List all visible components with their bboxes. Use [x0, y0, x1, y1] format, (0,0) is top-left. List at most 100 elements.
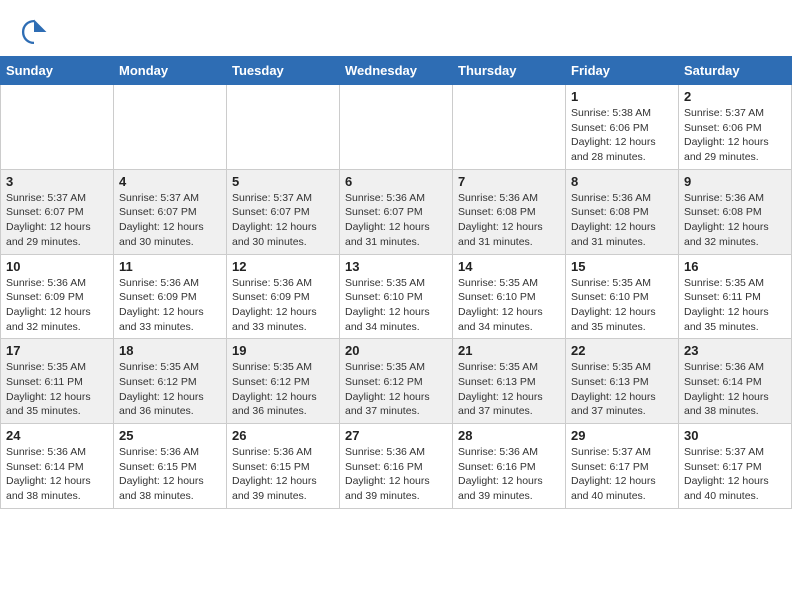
day-number: 4 — [119, 174, 221, 189]
day-number: 7 — [458, 174, 560, 189]
header-friday: Friday — [566, 57, 679, 85]
header-row: SundayMondayTuesdayWednesdayThursdayFrid… — [1, 57, 792, 85]
day-info: Sunrise: 5:37 AM Sunset: 6:07 PM Dayligh… — [6, 191, 108, 250]
calendar-cell: 16Sunrise: 5:35 AM Sunset: 6:11 PM Dayli… — [679, 254, 792, 339]
day-number: 1 — [571, 89, 673, 104]
day-info: Sunrise: 5:36 AM Sunset: 6:07 PM Dayligh… — [345, 191, 447, 250]
calendar-cell: 12 Sunrise: 5:36 AM Sunset: 6:09 PM Dayli… — [227, 254, 340, 339]
day-info: Sunrise: 5:35 AM Sunset: 6:10 PM Dayligh… — [571, 276, 673, 335]
calendar-cell: 18 Sunrise: 5:35 AM Sunset: 6:12 PM Dayli… — [114, 339, 227, 424]
day-number: 15 — [571, 259, 673, 274]
day-info: Sunrise: 5:37 AM Sunset: 6:06 PM Dayligh… — [684, 106, 786, 165]
day-number: 17 — [6, 343, 108, 358]
calendar-cell: 28Sunrise: 5:36 AM Sunset: 6:16 PM Dayli… — [453, 424, 566, 509]
day-number: 30 — [684, 428, 786, 443]
calendar-cell: 13 Sunrise: 5:35 AM Sunset: 6:10 PM Dayli… — [340, 254, 453, 339]
calendar-cell: 7 Sunrise: 5:36 AM Sunset: 6:08 PM Daylig… — [453, 169, 566, 254]
day-info: Sunrise: 5:36 AM Sunset: 6:09 PM Dayligh… — [119, 276, 221, 335]
day-number: 18 — [119, 343, 221, 358]
day-number: 12 — [232, 259, 334, 274]
calendar-cell: 8 Sunrise: 5:36 AM Sunset: 6:08 PM Daylig… — [566, 169, 679, 254]
calendar-cell: 20 Sunrise: 5:35 AM Sunset: 6:12 PM Dayli… — [340, 339, 453, 424]
day-info: Sunrise: 5:36 AM Sunset: 6:08 PM Dayligh… — [571, 191, 673, 250]
day-number: 8 — [571, 174, 673, 189]
calendar-cell: 9Sunrise: 5:36 AM Sunset: 6:08 PM Daylig… — [679, 169, 792, 254]
calendar-cell: 23Sunrise: 5:36 AM Sunset: 6:14 PM Dayli… — [679, 339, 792, 424]
day-info: Sunrise: 5:37 AM Sunset: 6:17 PM Dayligh… — [571, 445, 673, 504]
calendar-cell: 29 Sunrise: 5:37 AM Sunset: 6:17 PM Dayli… — [566, 424, 679, 509]
day-info: Sunrise: 5:36 AM Sunset: 6:16 PM Dayligh… — [458, 445, 560, 504]
day-number: 27 — [345, 428, 447, 443]
calendar-cell: 21 Sunrise: 5:35 AM Sunset: 6:13 PM Dayli… — [453, 339, 566, 424]
calendar-cell: 24 Sunrise: 5:36 AM Sunset: 6:14 PM Dayli… — [1, 424, 114, 509]
logo-icon — [20, 18, 48, 46]
calendar-cell: 19 Sunrise: 5:35 AM Sunset: 6:12 PM Dayli… — [227, 339, 340, 424]
day-info: Sunrise: 5:35 AM Sunset: 6:10 PM Dayligh… — [458, 276, 560, 335]
calendar-cell: 1 Sunrise: 5:38 AM Sunset: 6:06 PM Daylig… — [566, 85, 679, 170]
day-info: Sunrise: 5:36 AM Sunset: 6:09 PM Dayligh… — [6, 276, 108, 335]
day-info: Sunrise: 5:36 AM Sunset: 6:09 PM Dayligh… — [232, 276, 334, 335]
header-saturday: Saturday — [679, 57, 792, 85]
day-number: 11 — [119, 259, 221, 274]
header-thursday: Thursday — [453, 57, 566, 85]
header-sunday: Sunday — [1, 57, 114, 85]
calendar-cell: 2 Sunrise: 5:37 AM Sunset: 6:06 PM Daylig… — [679, 85, 792, 170]
calendar-cell — [227, 85, 340, 170]
day-number: 20 — [345, 343, 447, 358]
day-number: 23 — [684, 343, 786, 358]
day-number: 29 — [571, 428, 673, 443]
day-number: 14 — [458, 259, 560, 274]
week-row-4: 17 Sunrise: 5:35 AM Sunset: 6:11 PM Dayli… — [1, 339, 792, 424]
day-info: Sunrise: 5:35 AM Sunset: 6:12 PM Dayligh… — [345, 360, 447, 419]
day-info: Sunrise: 5:36 AM Sunset: 6:14 PM Dayligh… — [6, 445, 108, 504]
calendar-cell: 14 Sunrise: 5:35 AM Sunset: 6:10 PM Dayli… — [453, 254, 566, 339]
week-row-1: 1 Sunrise: 5:38 AM Sunset: 6:06 PM Daylig… — [1, 85, 792, 170]
day-number: 3 — [6, 174, 108, 189]
day-info: Sunrise: 5:35 AM Sunset: 6:13 PM Dayligh… — [571, 360, 673, 419]
day-number: 24 — [6, 428, 108, 443]
calendar-cell: 27 Sunrise: 5:36 AM Sunset: 6:16 PM Dayli… — [340, 424, 453, 509]
day-number: 2 — [684, 89, 786, 104]
day-info: Sunrise: 5:35 AM Sunset: 6:13 PM Dayligh… — [458, 360, 560, 419]
day-number: 5 — [232, 174, 334, 189]
calendar-body: 1 Sunrise: 5:38 AM Sunset: 6:06 PM Daylig… — [1, 85, 792, 509]
day-number: 22 — [571, 343, 673, 358]
calendar-cell: 3 Sunrise: 5:37 AM Sunset: 6:07 PM Daylig… — [1, 169, 114, 254]
day-info: Sunrise: 5:36 AM Sunset: 6:16 PM Dayligh… — [345, 445, 447, 504]
calendar-cell: 25 Sunrise: 5:36 AM Sunset: 6:15 PM Dayli… — [114, 424, 227, 509]
week-row-2: 3 Sunrise: 5:37 AM Sunset: 6:07 PM Daylig… — [1, 169, 792, 254]
calendar-cell: 22 Sunrise: 5:35 AM Sunset: 6:13 PM Dayli… — [566, 339, 679, 424]
calendar-cell: 11 Sunrise: 5:36 AM Sunset: 6:09 PM Dayli… — [114, 254, 227, 339]
calendar-table: SundayMondayTuesdayWednesdayThursdayFrid… — [0, 56, 792, 509]
day-number: 21 — [458, 343, 560, 358]
calendar-cell — [453, 85, 566, 170]
day-number: 19 — [232, 343, 334, 358]
day-info: Sunrise: 5:35 AM Sunset: 6:10 PM Dayligh… — [345, 276, 447, 335]
day-number: 10 — [6, 259, 108, 274]
header-monday: Monday — [114, 57, 227, 85]
day-info: Sunrise: 5:36 AM Sunset: 6:08 PM Dayligh… — [458, 191, 560, 250]
calendar-cell: 15 Sunrise: 5:35 AM Sunset: 6:10 PM Dayli… — [566, 254, 679, 339]
week-row-3: 10 Sunrise: 5:36 AM Sunset: 6:09 PM Dayli… — [1, 254, 792, 339]
day-number: 13 — [345, 259, 447, 274]
day-info: Sunrise: 5:35 AM Sunset: 6:12 PM Dayligh… — [119, 360, 221, 419]
day-number: 25 — [119, 428, 221, 443]
calendar-cell: 17 Sunrise: 5:35 AM Sunset: 6:11 PM Dayli… — [1, 339, 114, 424]
calendar-cell: 10 Sunrise: 5:36 AM Sunset: 6:09 PM Dayli… — [1, 254, 114, 339]
day-info: Sunrise: 5:35 AM Sunset: 6:11 PM Dayligh… — [684, 276, 786, 335]
page-header — [0, 0, 792, 56]
calendar-cell — [1, 85, 114, 170]
day-info: Sunrise: 5:35 AM Sunset: 6:11 PM Dayligh… — [6, 360, 108, 419]
day-info: Sunrise: 5:37 AM Sunset: 6:17 PM Dayligh… — [684, 445, 786, 504]
calendar-cell — [114, 85, 227, 170]
logo — [20, 18, 52, 46]
day-info: Sunrise: 5:35 AM Sunset: 6:12 PM Dayligh… — [232, 360, 334, 419]
day-info: Sunrise: 5:36 AM Sunset: 6:15 PM Dayligh… — [119, 445, 221, 504]
day-info: Sunrise: 5:36 AM Sunset: 6:08 PM Dayligh… — [684, 191, 786, 250]
day-info: Sunrise: 5:38 AM Sunset: 6:06 PM Dayligh… — [571, 106, 673, 165]
day-info: Sunrise: 5:37 AM Sunset: 6:07 PM Dayligh… — [119, 191, 221, 250]
header-wednesday: Wednesday — [340, 57, 453, 85]
header-tuesday: Tuesday — [227, 57, 340, 85]
day-info: Sunrise: 5:36 AM Sunset: 6:15 PM Dayligh… — [232, 445, 334, 504]
day-number: 26 — [232, 428, 334, 443]
